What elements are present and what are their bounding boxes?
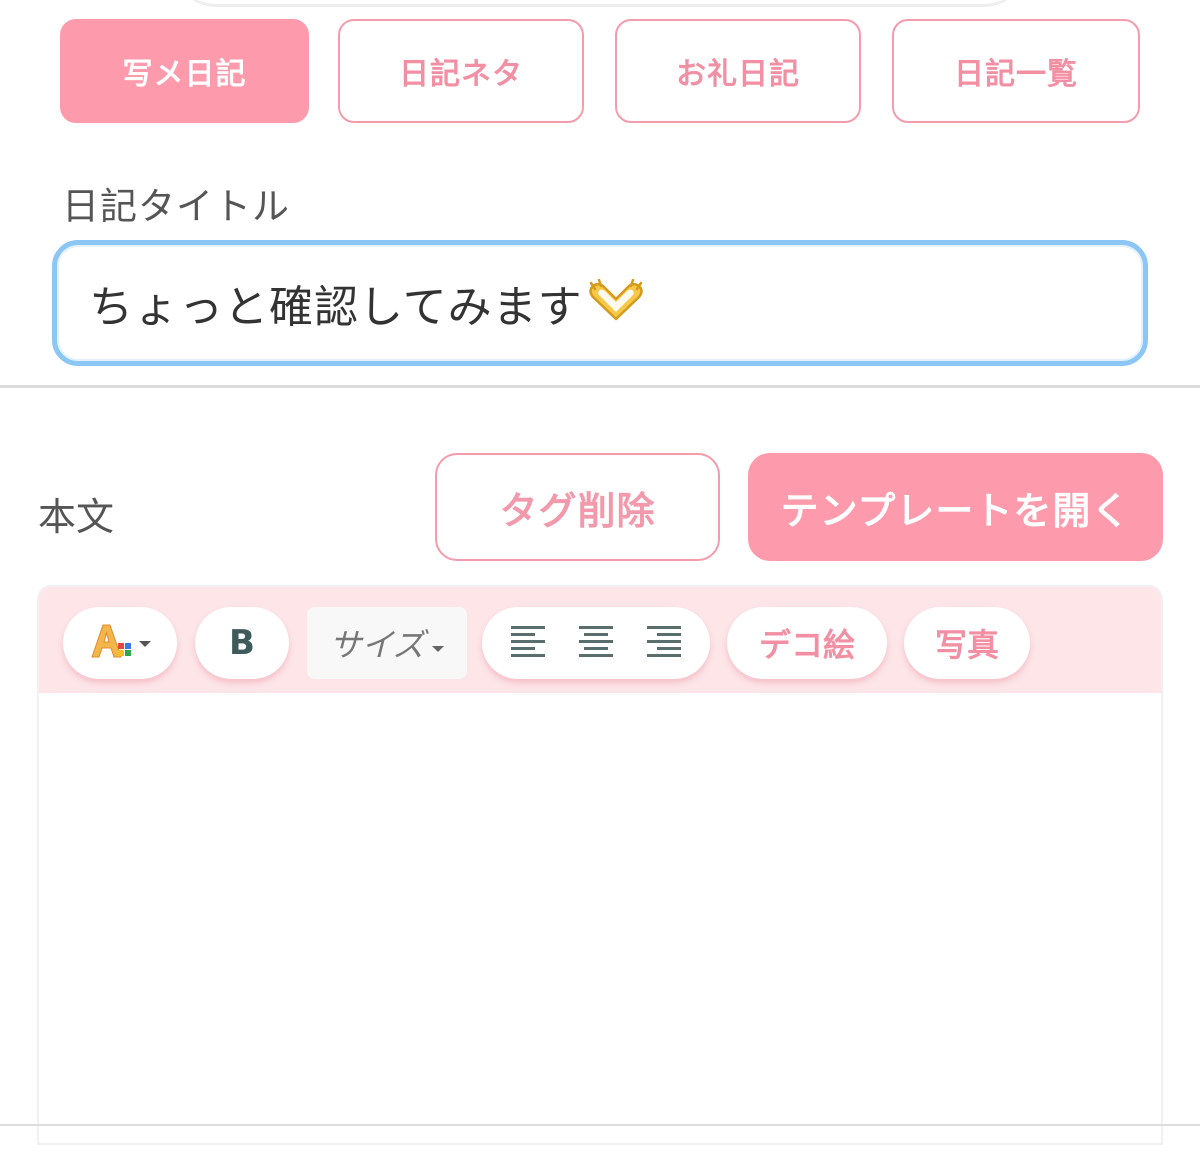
chevron-down-icon xyxy=(431,624,445,662)
diary-title-value: ちょっと確認してみます xyxy=(89,282,583,333)
tab-photo-diary[interactable]: 写メ日記 xyxy=(60,19,309,123)
bold-icon: B xyxy=(229,623,255,663)
top-arc-decoration xyxy=(170,0,1030,7)
photo-button[interactable]: 写真 xyxy=(904,607,1030,679)
tab-diary-list[interactable]: 日記一覧 xyxy=(892,19,1140,123)
font-size-select[interactable]: サイズ xyxy=(307,607,467,679)
align-right-icon[interactable] xyxy=(645,624,681,662)
deco-art-button[interactable]: デコ絵 xyxy=(727,607,887,679)
tab-diary-ideas[interactable]: 日記ネタ xyxy=(338,19,584,123)
diary-title-label: 日記タイトル xyxy=(62,185,290,228)
deco-art-label: デコ絵 xyxy=(758,626,855,664)
diary-editor-page: 写メ日記 日記ネタ お礼日記 日記一覧 日記タイトル ちょっと確認してみます 本… xyxy=(0,0,1200,1160)
alignment-group xyxy=(482,607,710,679)
tab-thank-you-diary[interactable]: お礼日記 xyxy=(615,19,861,123)
photo-label: 写真 xyxy=(934,626,999,664)
chevron-down-icon xyxy=(138,634,152,653)
open-template-button[interactable]: テンプレートを開く xyxy=(748,453,1163,561)
editor-toolbar: B サイズ デコ絵 写真 xyxy=(39,587,1161,693)
body-text-area[interactable] xyxy=(39,693,1161,1143)
font-size-label: サイズ xyxy=(329,626,425,664)
body-label: 本文 xyxy=(38,495,115,539)
section-divider xyxy=(0,385,1200,388)
body-editor: B サイズ デコ絵 写真 xyxy=(37,585,1163,1145)
diary-tabs: 写メ日記 日記ネタ お礼日記 日記一覧 xyxy=(60,19,1140,125)
heart-hands-icon xyxy=(587,278,645,327)
text-color-button[interactable] xyxy=(63,607,177,679)
align-left-icon[interactable] xyxy=(511,624,547,662)
bottom-divider xyxy=(0,1124,1200,1126)
tag-delete-button[interactable]: タグ削除 xyxy=(435,453,720,561)
bold-button[interactable]: B xyxy=(195,607,289,679)
diary-title-input[interactable]: ちょっと確認してみます xyxy=(52,240,1148,366)
text-color-icon xyxy=(88,621,132,665)
align-center-icon[interactable] xyxy=(578,624,614,662)
